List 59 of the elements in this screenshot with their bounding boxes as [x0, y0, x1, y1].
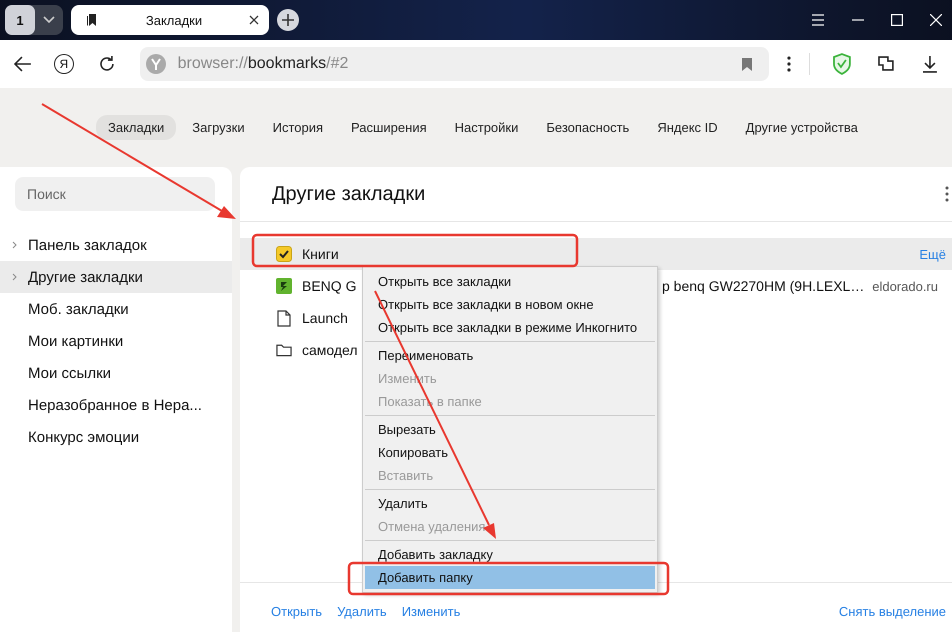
action-link[interactable]: Открыть: [271, 604, 322, 619]
sidebar-item[interactable]: Мои ссылки: [0, 357, 232, 389]
site-favicon-icon: [276, 278, 292, 294]
address-bar[interactable]: browser://bookmarks/#2: [140, 47, 770, 81]
bookmark-title: Книги: [302, 246, 339, 262]
reload-icon[interactable]: [98, 55, 116, 73]
shield-icon[interactable]: [832, 53, 852, 75]
bookmark-title: самодел: [302, 342, 358, 358]
nav-tab[interactable]: Другие устройства: [734, 115, 870, 140]
tab-counter[interactable]: 1: [5, 5, 35, 35]
menu-item[interactable]: Добавить закладку: [365, 543, 655, 566]
menu-item[interactable]: Удалить: [365, 492, 655, 515]
menu-item[interactable]: Копировать: [365, 441, 655, 464]
clear-selection-link[interactable]: Снять выделение: [838, 604, 946, 619]
more-icon[interactable]: [945, 186, 949, 202]
menu-item[interactable]: Добавить папку: [365, 566, 655, 589]
bookmark-row[interactable]: Книги Ещё: [240, 238, 952, 270]
bookmark-title: BENQ G: [302, 278, 356, 294]
sidebar-item[interactable]: Другие закладки: [0, 261, 232, 293]
action-link[interactable]: Изменить: [402, 604, 460, 619]
nav-tab[interactable]: Загрузки: [180, 115, 257, 140]
bookmark-domain: eldorado.ru: [872, 278, 938, 294]
folder-title: Другие закладки: [272, 182, 426, 206]
bookmark-title: Launch: [302, 310, 348, 326]
nav-tab[interactable]: Яндекс ID: [645, 115, 730, 140]
sidebar-item[interactable]: Моб. закладки: [0, 293, 232, 325]
minimize-icon[interactable]: [852, 19, 864, 21]
nav-tab[interactable]: Безопасность: [534, 115, 642, 140]
nav-tab[interactable]: Расширения: [339, 115, 439, 140]
search-field[interactable]: Поиск: [15, 177, 215, 211]
new-tab-icon[interactable]: [277, 9, 299, 31]
bookmark-title: p benq GW2270HM (9H.LEXL…: [662, 278, 864, 294]
browser-tab[interactable]: Закладки: [71, 5, 269, 35]
more-icon[interactable]: [787, 56, 792, 72]
chevron-right-icon[interactable]: [12, 273, 17, 281]
back-icon[interactable]: [14, 56, 32, 72]
menu-item[interactable]: Вырезать: [365, 418, 655, 441]
page-icon: [276, 310, 292, 326]
maximize-icon[interactable]: [891, 14, 903, 26]
nav-tab[interactable]: Закладки: [96, 115, 176, 140]
download-icon[interactable]: [922, 55, 938, 73]
menu-item[interactable]: Открыть все закладки: [365, 270, 655, 293]
chevron-right-icon[interactable]: [12, 241, 17, 249]
action-link[interactable]: Удалить: [337, 604, 387, 619]
sidebar-item[interactable]: Панель закладок: [0, 229, 232, 261]
checkbox-checked-icon[interactable]: [276, 246, 292, 262]
yandex-button[interactable]: Я: [54, 54, 74, 74]
extensions-icon[interactable]: [876, 54, 896, 74]
sidebar-item[interactable]: Мои картинки: [0, 325, 232, 357]
close-icon[interactable]: [249, 15, 259, 25]
bookmarks-icon: [85, 13, 99, 27]
sidebar-item[interactable]: Неразобранное в Нера...: [0, 389, 232, 421]
nav-tab[interactable]: История: [260, 115, 336, 140]
sidebar-item[interactable]: Конкурс эмоции: [0, 421, 232, 453]
bookmark-icon[interactable]: [741, 56, 754, 72]
menu-icon[interactable]: [811, 14, 825, 26]
folder-icon: [276, 343, 292, 357]
chevron-down-icon[interactable]: [43, 16, 55, 24]
nav-tab[interactable]: Настройки: [442, 115, 530, 140]
